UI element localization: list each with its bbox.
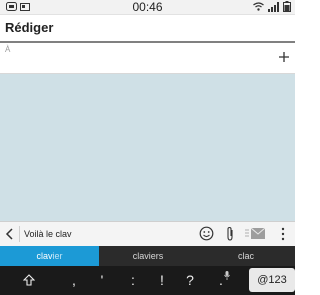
suggestion-3[interactable]: clac <box>197 246 295 266</box>
wifi-icon <box>253 2 264 11</box>
plus-icon <box>279 52 289 62</box>
recipient-label: À <box>5 45 11 54</box>
signal-icon <box>268 1 279 12</box>
add-recipient-button[interactable] <box>277 50 291 64</box>
status-time: 00:46 <box>132 0 163 14</box>
message-area <box>0 74 295 221</box>
period-key[interactable]: . <box>207 266 235 295</box>
send-icon <box>245 227 266 239</box>
battery-icon <box>283 1 291 12</box>
emoji-icon <box>199 226 214 241</box>
message-input[interactable]: Voilà le clav <box>24 227 72 241</box>
shift-icon <box>23 274 35 286</box>
comma-key[interactable]: , <box>60 266 88 295</box>
apostrophe-key[interactable]: ' <box>88 266 116 295</box>
title-bar: Rédiger <box>0 15 295 43</box>
symbols-key[interactable]: @123 <box>249 268 295 292</box>
paperclip-icon <box>227 226 233 241</box>
suggestion-2[interactable]: claviers <box>99 246 197 266</box>
status-bar: 00:46 <box>0 0 295 15</box>
back-chevron-icon <box>5 228 13 240</box>
attach-button[interactable] <box>224 226 236 242</box>
shift-key[interactable] <box>14 266 44 295</box>
divider <box>19 226 20 242</box>
microphone-icon <box>224 271 230 280</box>
more-icon <box>281 227 285 241</box>
more-button[interactable] <box>281 227 285 241</box>
suggestion-1[interactable]: clavier <box>0 246 99 266</box>
period-label: . <box>219 272 223 288</box>
back-button[interactable] <box>4 227 16 241</box>
page-title: Rédiger <box>5 20 54 35</box>
compose-bar: Voilà le clav <box>0 221 295 246</box>
colon-key[interactable]: : <box>119 266 147 295</box>
question-key[interactable]: ? <box>176 266 204 295</box>
keyboard-row: , ' : ! ? . @123 <box>0 266 295 295</box>
exclamation-key[interactable]: ! <box>148 266 176 295</box>
send-button[interactable] <box>245 227 266 241</box>
emoji-button[interactable] <box>199 226 214 241</box>
recipient-field[interactable]: À <box>0 43 295 74</box>
suggestion-bar: clavier claviers clac <box>0 246 295 266</box>
